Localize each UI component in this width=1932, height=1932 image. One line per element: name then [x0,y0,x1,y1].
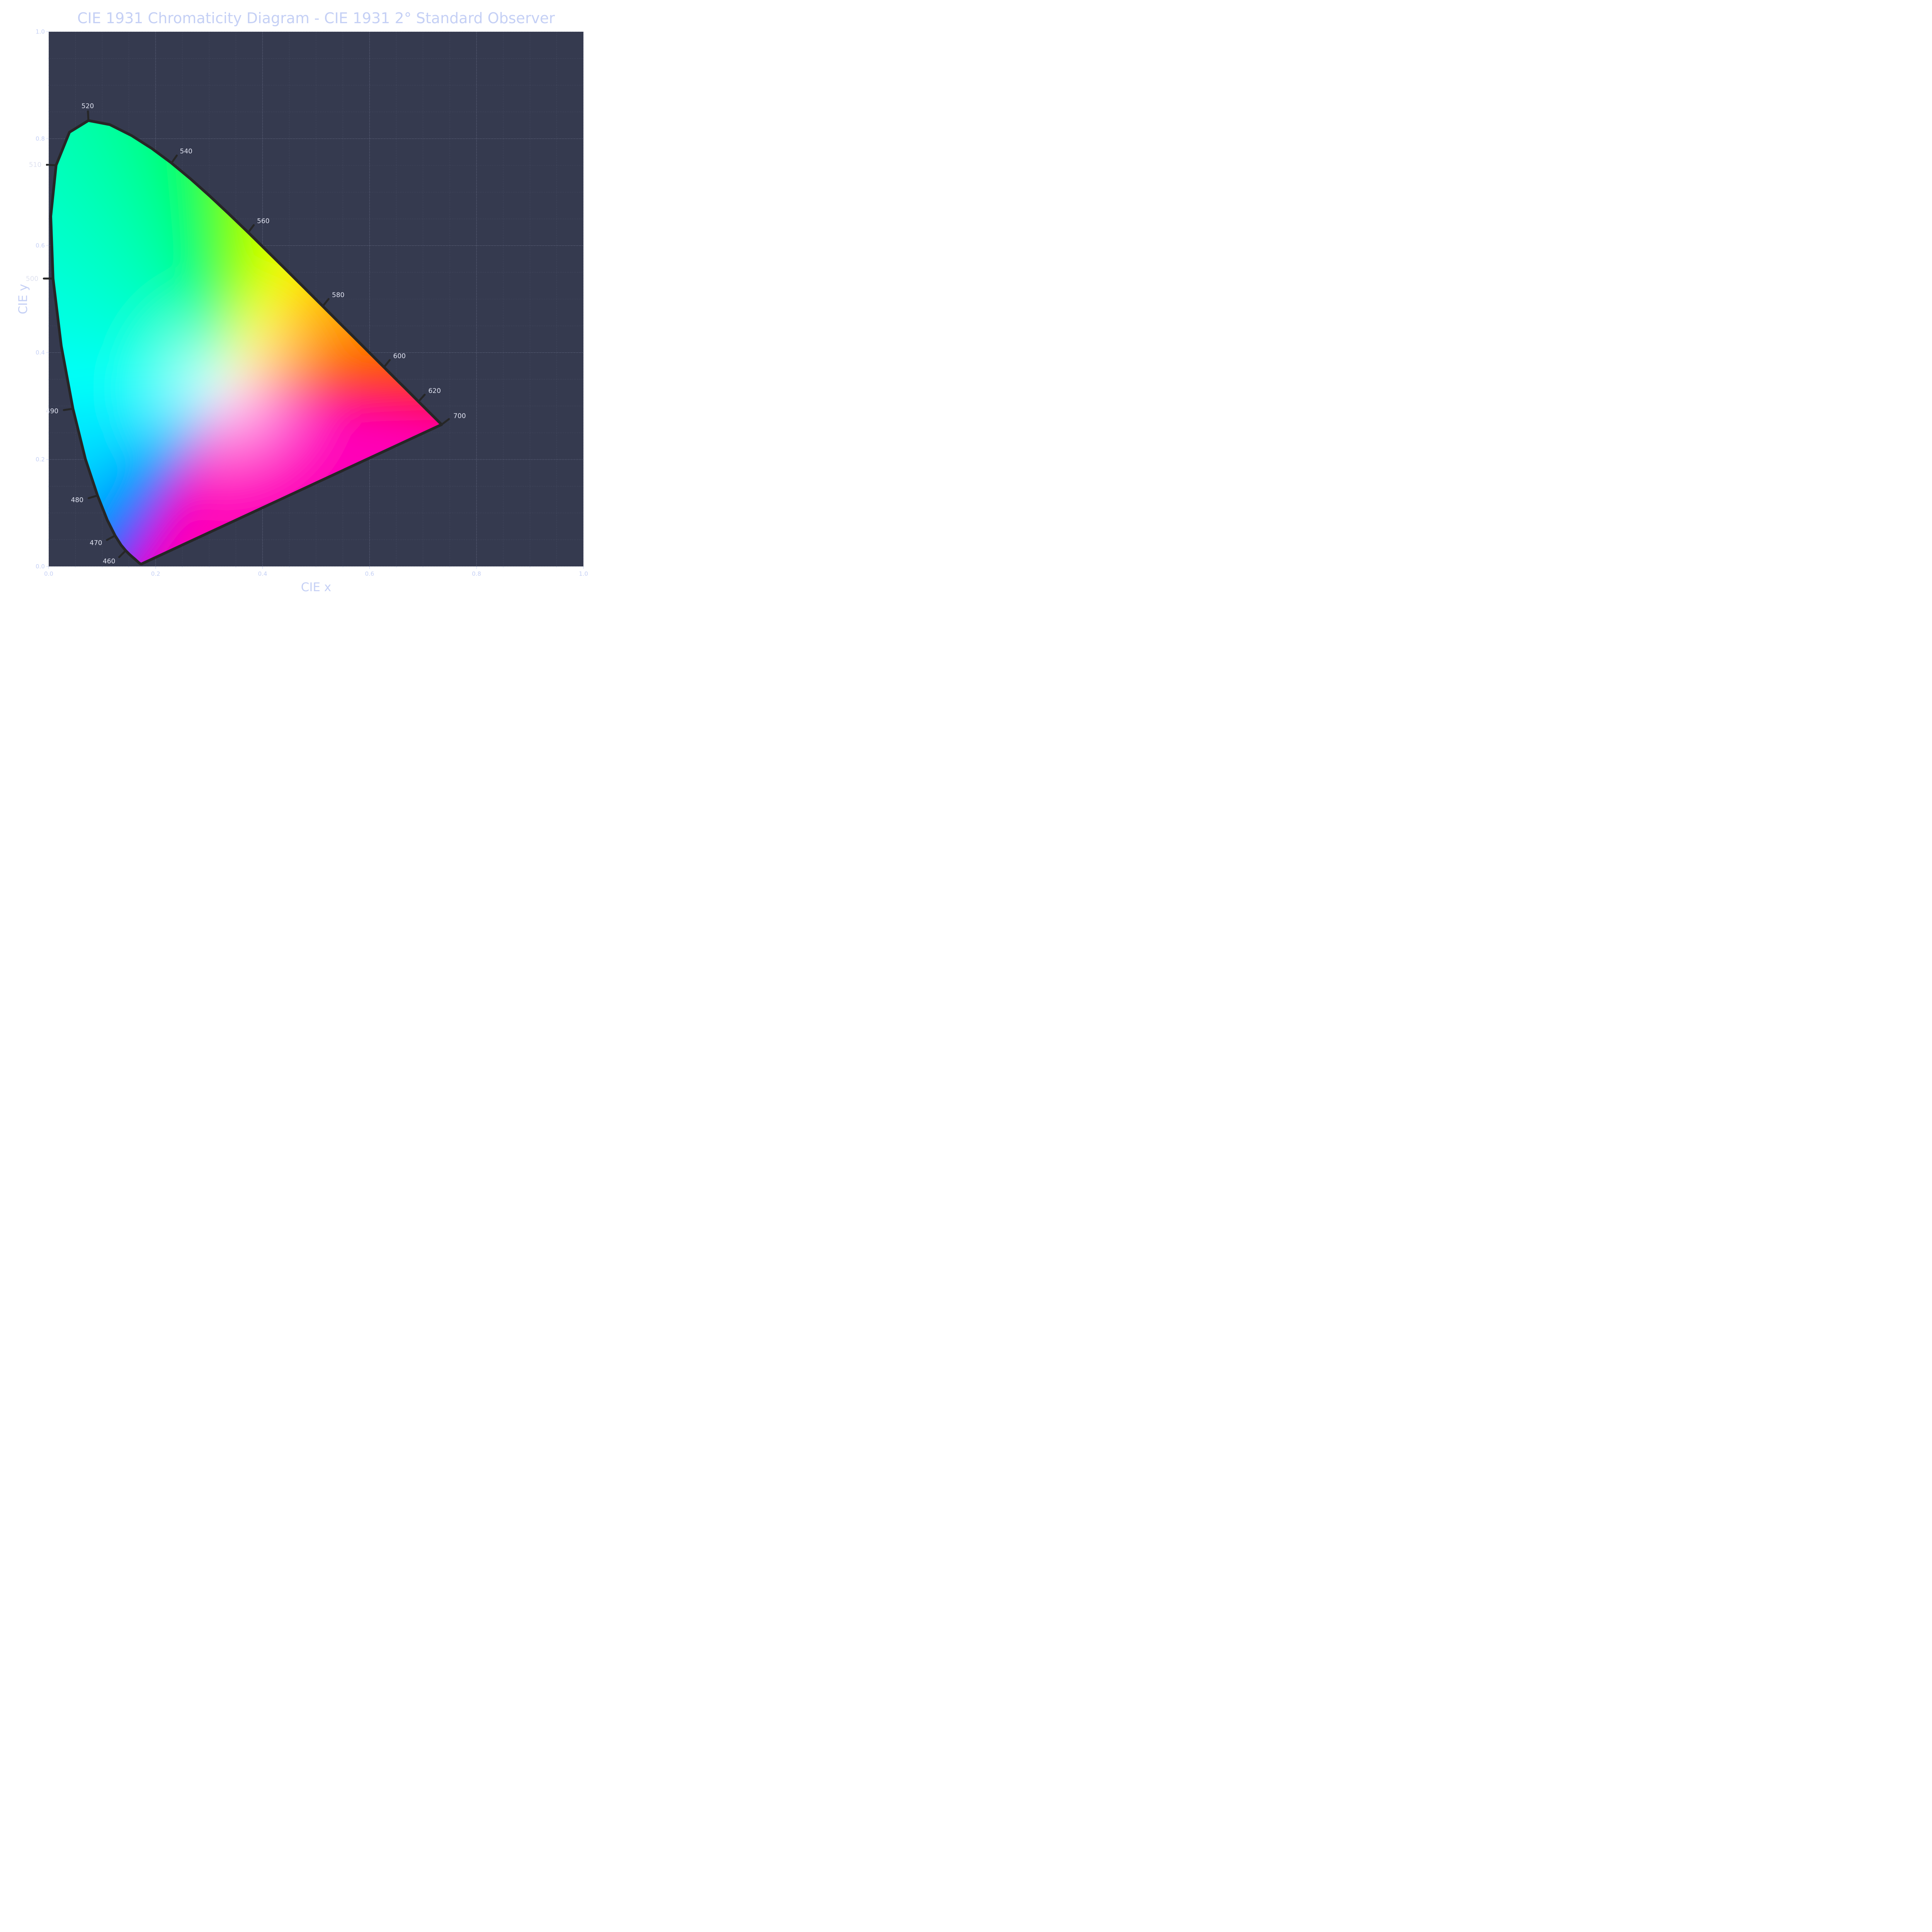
y-tick-label: 1.0 [36,28,45,35]
y-tick-label: 0.4 [36,349,45,356]
wavelength-label: 620 [428,387,440,395]
wavelength-label: 470 [90,539,102,547]
chromaticity-chart: 460470480490500510520540560580600620700 … [0,0,600,600]
y-tick-label: 0.2 [36,456,45,463]
wavelength-label: 520 [82,102,94,110]
wavelength-label: 460 [103,558,115,565]
x-tick-label: 0.8 [472,570,481,577]
y-axis-label: CIE y [16,284,30,315]
x-tick-label: 0.4 [258,570,267,577]
x-axis-label: CIE x [301,580,332,594]
wavelength-label: 490 [46,407,58,415]
wavelength-tick [63,408,74,411]
wavelength-label: 700 [453,412,466,420]
wavelength-label: 500 [26,275,38,283]
y-tick-label: 0.0 [36,563,45,570]
wavelength-label: 480 [71,496,83,504]
x-tick-label: 1.0 [579,570,588,577]
x-tick-label: 0.6 [365,570,374,577]
y-tick-label: 0.6 [36,242,45,249]
white-point-glow [111,272,343,504]
chart-title: CIE 1931 Chromaticity Diagram - CIE 1931… [77,10,555,27]
wavelength-label: 600 [393,352,406,360]
wavelength-label: 540 [180,148,192,155]
wavelength-label: 560 [257,217,269,225]
wavelength-label: 580 [332,291,344,299]
y-tick-label: 0.8 [36,135,45,142]
x-tick-label: 0.2 [151,570,160,577]
x-tick-label: 0.0 [44,570,53,577]
wavelength-label: 510 [29,161,41,169]
